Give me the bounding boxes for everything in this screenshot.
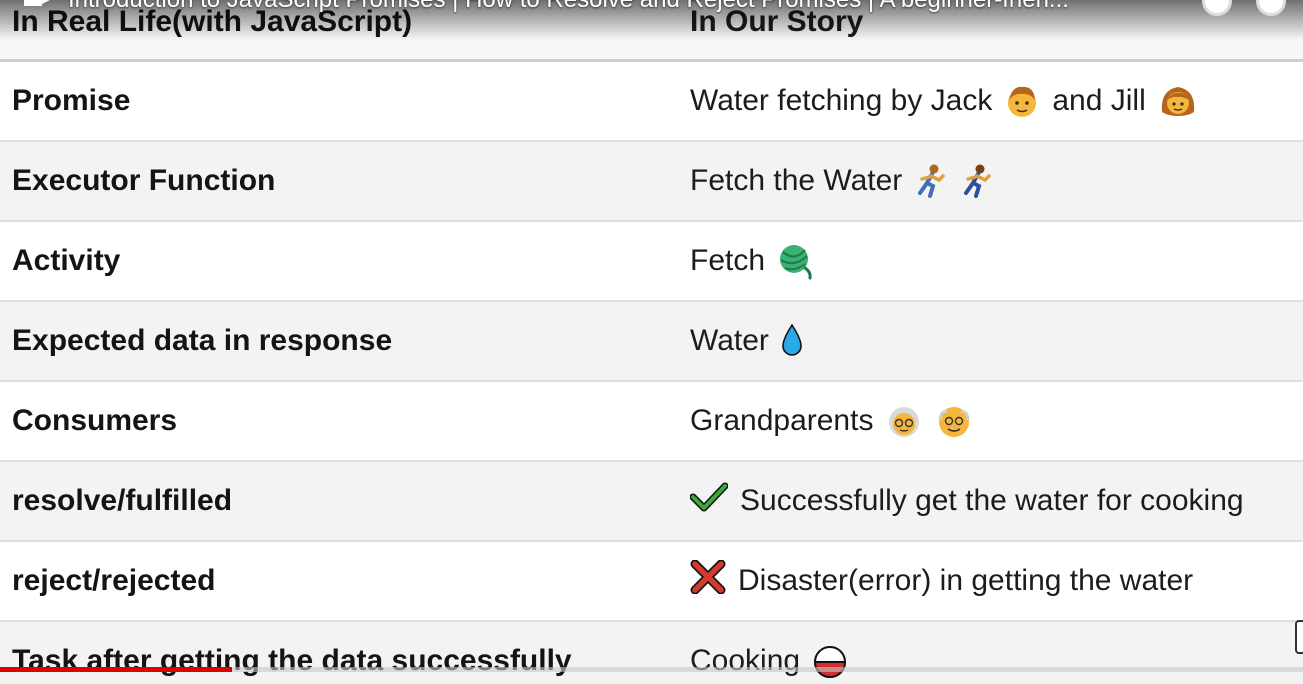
person-running-icon [914,163,948,199]
table-row: Activity Fetch [0,222,1303,302]
row-term: Expected data in response [12,324,393,357]
row-story-text: Grandparents [690,404,874,437]
row-term: Promise [12,84,131,117]
row-story: Successfully get the water for cooking [689,462,1244,540]
video-frame[interactable]: In Real Life(with JavaScript) In Our Sto… [0,0,1303,684]
video-progress-bar[interactable] [0,667,1303,672]
person-running-icon [960,163,994,199]
row-term: resolve/fulfilled [12,484,233,517]
row-story-text: Fetch [690,244,766,277]
grandma-emoji-icon [885,402,923,440]
table-row: Executor Function Fetch the Water [0,142,1303,222]
pot-icon [812,644,848,678]
comparison-table: In Real Life(with JavaScript) In Our Sto… [0,0,1303,684]
row-story-text: Cooking [690,644,801,677]
row-story: Cooking [690,622,848,684]
row-story: Disaster(error) in getting the water [690,542,1193,620]
cross-mark-icon [690,559,726,602]
row-story-text: Water fetching by Jack [690,84,993,117]
row-story: Grandparents [690,382,973,460]
row-story: Fetch the Water [690,142,994,220]
table-row: resolve/fulfilled Successfully get the w… [0,462,1303,542]
row-story-text: Disaster(error) in getting the water [738,564,1194,597]
row-term: Activity [12,244,121,277]
row-story: Fetch [690,222,815,300]
table-row: reject/rejected Disaster(error) in getti… [0,542,1303,622]
row-story-text: Water [690,324,769,357]
channel-avatar-icon[interactable] [22,0,52,12]
table-row: Consumers Grandparents [0,382,1303,462]
row-term: Executor Function [12,164,276,197]
row-story: Water [690,302,805,380]
row-term: reject/rejected [12,564,216,597]
table-row: Expected data in response Water [0,302,1303,382]
yarn-ball-icon [777,242,815,280]
check-mark-icon [689,482,729,520]
row-story-text: Fetch the Water [690,164,903,197]
grandpa-emoji-icon [935,402,973,440]
table-row: Task after getting the data successfully… [0,622,1303,684]
side-panel-handle[interactable] [1295,620,1303,654]
droplet-icon [779,323,805,359]
video-title[interactable]: Introduction to JavaScript Promises | Ho… [68,0,1178,14]
boy-emoji-icon [1004,83,1040,119]
table-row: Promise Water fetching by Jack and Jill [0,62,1303,142]
row-story-text-2: and Jill [1052,84,1146,117]
row-story-text: Successfully get the water for cooking [740,484,1244,517]
video-progress-fill [0,667,232,672]
girl-emoji-icon [1158,82,1198,120]
row-term: Consumers [12,404,178,437]
row-term: Task after getting the data successfully [12,644,572,677]
row-story: Water fetching by Jack and Jill [690,62,1198,140]
